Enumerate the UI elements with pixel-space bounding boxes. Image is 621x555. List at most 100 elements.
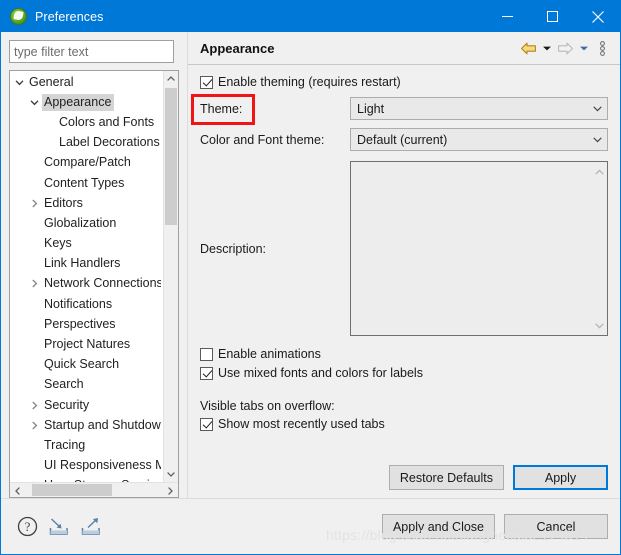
eclipse-leaf-icon bbox=[10, 8, 27, 25]
scroll-left-arrow-icon[interactable] bbox=[10, 483, 25, 497]
sidebar-item-label: Link Handlers bbox=[44, 256, 121, 271]
forward-menu-chevron-down-icon[interactable] bbox=[577, 37, 590, 59]
description-row: Description: bbox=[200, 161, 608, 336]
apply-button[interactable]: Apply bbox=[513, 465, 608, 490]
sidebar-item-editors[interactable]: Editors bbox=[10, 193, 163, 213]
filter-input[interactable] bbox=[9, 40, 174, 63]
svg-text:?: ? bbox=[24, 519, 30, 534]
color-font-theme-dropdown[interactable]: Default (current) bbox=[350, 128, 608, 151]
forward-arrow-icon[interactable] bbox=[555, 37, 575, 59]
sidebar-item-label: Appearance bbox=[42, 93, 115, 111]
tree-expand-chevron-right-icon[interactable] bbox=[27, 199, 42, 208]
dialog-footer: ? Apply and Close Cancel https://blog.cs… bbox=[1, 498, 620, 554]
mixed-fonts-row[interactable]: Use mixed fonts and colors for labels bbox=[200, 366, 608, 380]
window-title: Preferences bbox=[35, 9, 104, 24]
enable-animations-row[interactable]: Enable animations bbox=[200, 347, 608, 361]
scroll-right-arrow-icon[interactable] bbox=[163, 483, 178, 497]
show-mru-tabs-label: Show most recently used tabs bbox=[218, 417, 385, 431]
sidebar-item-label: Notifications bbox=[44, 296, 113, 311]
enable-theming-label: Enable theming (requires restart) bbox=[218, 75, 401, 89]
description-scroll-down-icon[interactable] bbox=[592, 318, 607, 333]
enable-theming-row[interactable]: Enable theming (requires restart) bbox=[200, 75, 608, 89]
close-button[interactable] bbox=[575, 1, 620, 32]
tree-horizontal-scrollbar[interactable] bbox=[10, 482, 178, 497]
apply-and-close-button[interactable]: Apply and Close bbox=[381, 514, 495, 539]
theme-dropdown[interactable]: Light bbox=[350, 97, 608, 120]
sidebar-item-quick-search[interactable]: Quick Search bbox=[10, 355, 163, 375]
description-scroll-up-icon[interactable] bbox=[592, 164, 607, 179]
sidebar-item-content-types[interactable]: Content Types bbox=[10, 173, 163, 193]
sidebar-item-label-decorations[interactable]: Label Decorations bbox=[10, 133, 163, 153]
sidebar-item-search[interactable]: Search bbox=[10, 375, 163, 395]
sidebar-item-startup-and-shutdown[interactable]: Startup and Shutdown bbox=[10, 415, 163, 435]
enable-animations-label: Enable animations bbox=[218, 347, 321, 361]
sidebar-item-label: Tracing bbox=[44, 437, 86, 452]
back-menu-chevron-down-icon[interactable] bbox=[540, 37, 553, 59]
tree-expand-chevron-down-icon[interactable] bbox=[27, 98, 42, 107]
sidebar-item-label: Keys bbox=[44, 236, 72, 251]
sidebar-item-label: Compare/Patch bbox=[44, 155, 131, 170]
help-question-icon[interactable]: ? bbox=[15, 515, 39, 539]
vertical-dots-icon[interactable] bbox=[592, 37, 612, 59]
preferences-tree: General Appearance Colors and Fonts Label D… bbox=[9, 70, 179, 498]
sidebar-item-label: UI Responsiveness Monitoring bbox=[44, 458, 161, 473]
show-mru-tabs-checkbox[interactable] bbox=[200, 417, 213, 431]
sidebar-item-ui-responsiveness-monitoring[interactable]: UI Responsiveness Monitoring bbox=[10, 456, 163, 476]
tree-expand-chevron-right-icon[interactable] bbox=[27, 279, 42, 288]
enable-animations-checkbox[interactable] bbox=[200, 347, 213, 361]
sidebar-item-label: General bbox=[29, 74, 74, 89]
cancel-button[interactable]: Cancel bbox=[504, 514, 608, 539]
preferences-dialog: Preferences General Appearance Colors and … bbox=[0, 0, 621, 555]
sidebar-item-label: Colors and Fonts bbox=[59, 114, 155, 129]
color-font-theme-chevron-down-icon[interactable] bbox=[588, 129, 607, 150]
back-arrow-icon[interactable] bbox=[518, 37, 538, 59]
show-mru-tabs-row[interactable]: Show most recently used tabs bbox=[200, 417, 608, 431]
scroll-down-arrow-icon[interactable] bbox=[164, 467, 178, 482]
theme-chevron-down-icon[interactable] bbox=[588, 98, 607, 119]
sidebar-item-globalization[interactable]: Globalization bbox=[10, 213, 163, 233]
footer-icon-group: ? bbox=[15, 515, 103, 539]
scroll-up-arrow-icon[interactable] bbox=[164, 71, 178, 86]
import-icon[interactable] bbox=[47, 515, 71, 539]
tree-hscroll-thumb[interactable] bbox=[32, 484, 112, 496]
mixed-fonts-label: Use mixed fonts and colors for labels bbox=[218, 366, 423, 380]
sidebar-item-label: Perspectives bbox=[44, 316, 116, 331]
tree-vertical-scrollbar[interactable] bbox=[163, 71, 178, 482]
sidebar-item-label: Label Decorations bbox=[59, 135, 160, 150]
sidebar-item-keys[interactable]: Keys bbox=[10, 234, 163, 254]
sidebar-item-colors-and-fonts[interactable]: Colors and Fonts bbox=[10, 112, 163, 132]
sidebar-item-general[interactable]: General bbox=[10, 72, 163, 92]
sidebar-item-label: Globalization bbox=[44, 215, 117, 230]
sidebar-item-appearance[interactable]: Appearance bbox=[10, 92, 163, 112]
minimize-button[interactable] bbox=[485, 1, 530, 32]
description-textarea[interactable] bbox=[350, 161, 608, 336]
mixed-fonts-checkbox[interactable] bbox=[200, 366, 213, 380]
sidebar-item-perspectives[interactable]: Perspectives bbox=[10, 314, 163, 334]
visible-tabs-label: Visible tabs on overflow: bbox=[200, 399, 335, 413]
theme-row: Theme: Light bbox=[191, 93, 608, 125]
dialog-content: General Appearance Colors and Fonts Label D… bbox=[1, 32, 620, 498]
sidebar-item-tracing[interactable]: Tracing bbox=[10, 435, 163, 455]
tree-expand-chevron-down-icon[interactable] bbox=[12, 78, 27, 87]
sidebar-item-label: Quick Search bbox=[44, 357, 120, 372]
sidebar-item-link-handlers[interactable]: Link Handlers bbox=[10, 254, 163, 274]
footer-buttons: Apply and Close Cancel bbox=[381, 514, 608, 539]
maximize-button[interactable] bbox=[530, 1, 575, 32]
tree-expand-chevron-right-icon[interactable] bbox=[27, 421, 42, 430]
sidebar-item-security[interactable]: Security bbox=[10, 395, 163, 415]
sidebar-item-network-connections[interactable]: Network Connections bbox=[10, 274, 163, 294]
enable-theming-checkbox[interactable] bbox=[200, 75, 213, 89]
description-scrollbar[interactable] bbox=[592, 162, 607, 335]
export-icon[interactable] bbox=[79, 515, 103, 539]
tree-expand-chevron-right-icon[interactable] bbox=[27, 401, 42, 410]
sidebar-item-project-natures[interactable]: Project Natures bbox=[10, 334, 163, 354]
theme-value: Light bbox=[357, 101, 385, 116]
page-body: Enable theming (requires restart) Theme:… bbox=[188, 65, 620, 498]
sidebar-item-notifications[interactable]: Notifications bbox=[10, 294, 163, 314]
restore-defaults-button[interactable]: Restore Defaults bbox=[388, 465, 504, 490]
page-title: Appearance bbox=[200, 40, 275, 56]
sidebar-item-compare-patch[interactable]: Compare/Patch bbox=[10, 153, 163, 173]
window-controls bbox=[485, 1, 620, 32]
preferences-sidebar: General Appearance Colors and Fonts Label D… bbox=[1, 32, 187, 498]
tree-scroll-thumb[interactable] bbox=[165, 88, 177, 225]
